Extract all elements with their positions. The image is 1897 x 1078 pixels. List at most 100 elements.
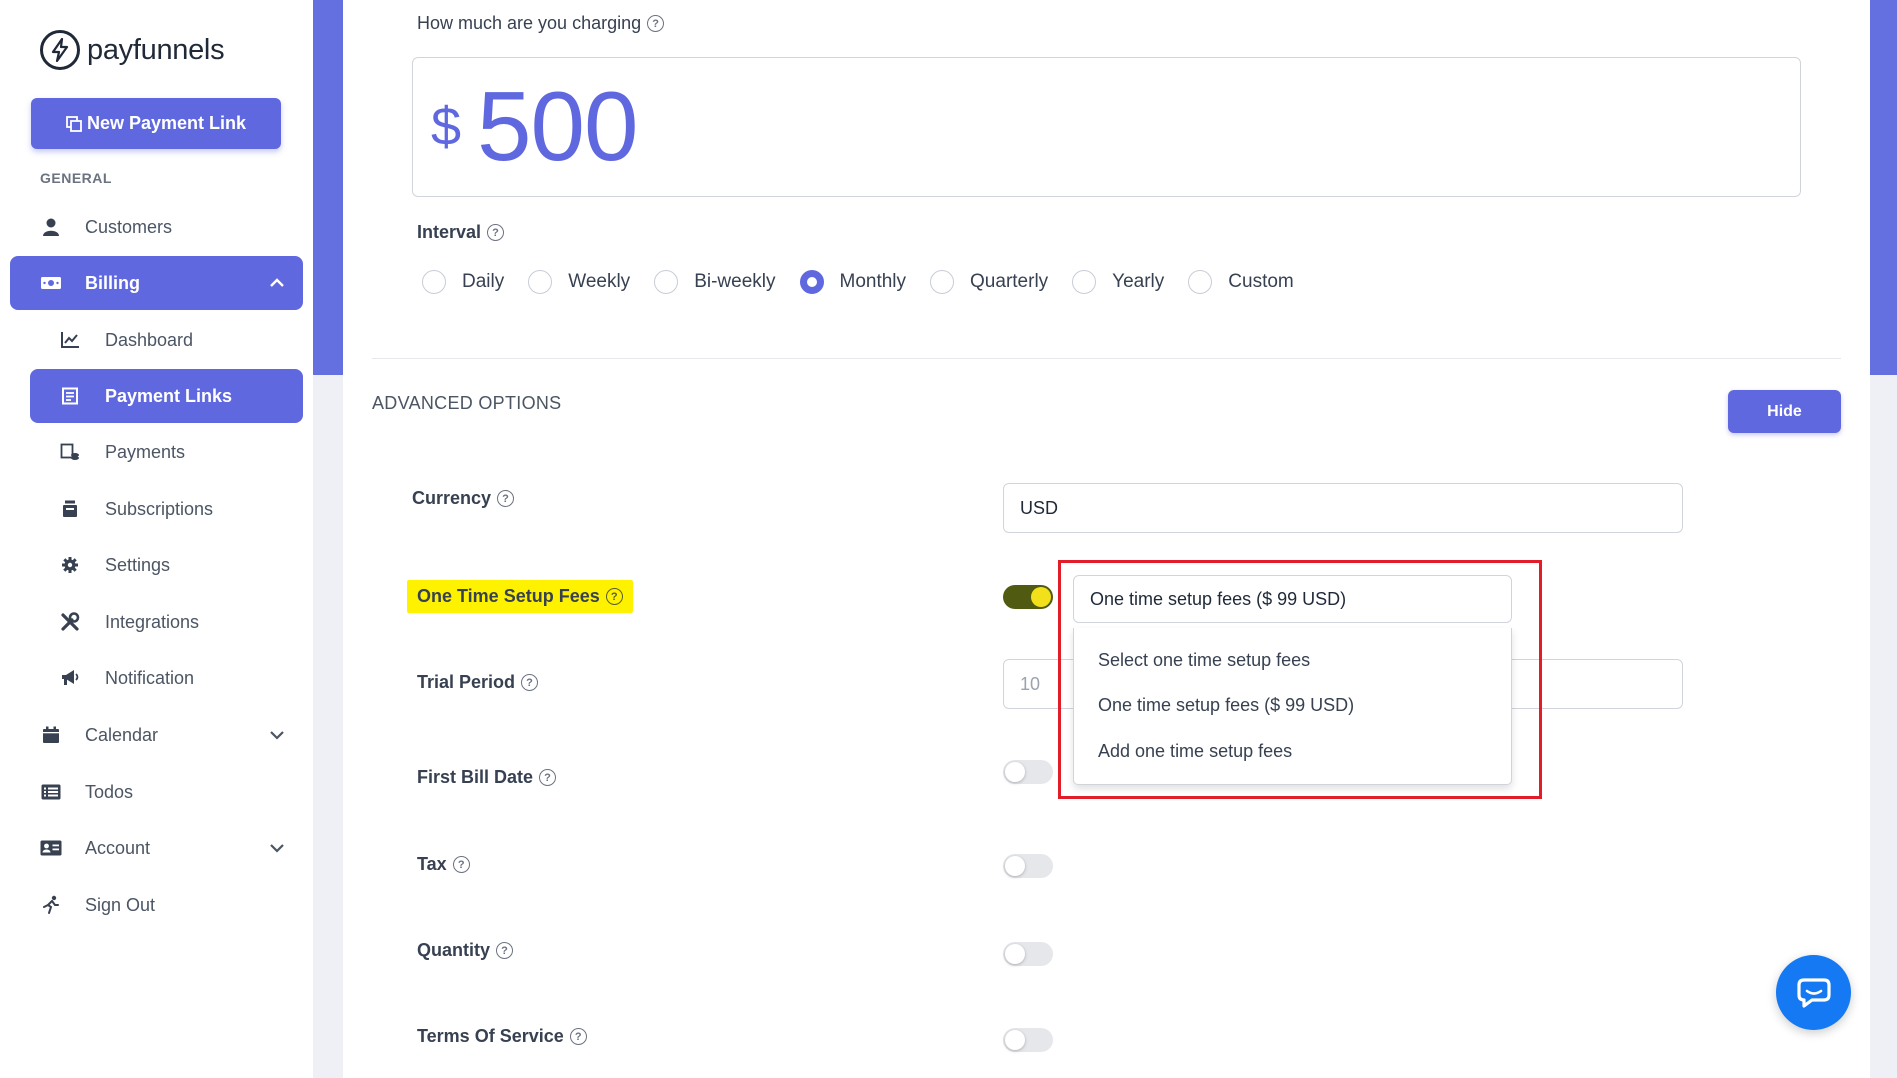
sidebar-item-sign-out[interactable]: Sign Out: [10, 878, 303, 932]
radio-button[interactable]: [1188, 270, 1213, 294]
sidebar-item-label: Payments: [105, 441, 186, 462]
interval-option-daily[interactable]: Daily: [422, 270, 504, 294]
gear-icon: [59, 554, 81, 576]
advanced-options-title: ADVANCED OPTIONS: [372, 393, 562, 413]
sidebar-item-notification[interactable]: Notification: [30, 651, 303, 705]
sidebar-item-subscriptions[interactable]: Subscriptions: [30, 482, 303, 536]
radio-button[interactable]: [1072, 270, 1097, 294]
radio-label: Monthly: [839, 271, 907, 292]
amount-input[interactable]: $ 500: [412, 57, 1801, 197]
sidebar-item-payment-links[interactable]: Payment Links: [30, 369, 303, 423]
currency-label: Currency ?: [412, 488, 515, 509]
radio-label: Quarterly: [970, 271, 1049, 292]
interval-radio-group: Daily Weekly Bi-weekly Monthly Quarterly…: [422, 270, 1318, 294]
radio-button[interactable]: [654, 270, 679, 294]
sidebar-item-integrations[interactable]: Integrations: [30, 595, 303, 649]
terms-of-service-label: Terms Of Service ?: [417, 1026, 587, 1047]
interval-option-bi-weekly[interactable]: Bi-weekly: [654, 270, 776, 294]
terms-of-service-label-text: Terms Of Service: [417, 1026, 564, 1046]
sidebar-item-label: Settings: [105, 554, 171, 575]
radio-label: Yearly: [1112, 271, 1165, 292]
interval-option-weekly[interactable]: Weekly: [528, 270, 630, 294]
help-icon[interactable]: ?: [569, 1028, 587, 1045]
help-icon[interactable]: ?: [605, 588, 623, 605]
help-icon[interactable]: ?: [487, 224, 505, 241]
radio-button[interactable]: [422, 270, 446, 294]
interval-option-monthly[interactable]: Monthly: [799, 270, 907, 294]
terms-of-service-toggle[interactable]: [1003, 1028, 1053, 1052]
sidebar-item-settings[interactable]: Settings: [30, 538, 303, 592]
radio-label: Bi-weekly: [694, 271, 776, 292]
setup-fees-label: One Time Setup Fees ?: [407, 580, 633, 613]
chevron-down-icon: [269, 730, 285, 740]
sidebar-item-calendar[interactable]: Calendar: [10, 708, 303, 762]
currency-value: USD: [1020, 497, 1059, 518]
trial-period-placeholder: 10: [1020, 673, 1041, 694]
radio-button[interactable]: [528, 270, 553, 294]
sidebar-item-label: Account: [85, 837, 151, 858]
toggle-knob: [1005, 762, 1025, 782]
sidebar-item-customers[interactable]: Customers: [10, 200, 303, 254]
first-bill-date-toggle[interactable]: [1003, 760, 1053, 784]
setup-fees-label-text: One Time Setup Fees: [417, 586, 600, 606]
header-accent-band: [1870, 0, 1897, 375]
section-divider: [372, 358, 1841, 359]
new-payment-link-button[interactable]: New Payment Link: [31, 98, 281, 149]
toggle-knob: [1005, 1030, 1025, 1050]
help-icon[interactable]: ?: [539, 769, 557, 786]
sidebar-item-label: Integrations: [105, 611, 200, 632]
sidebar-item-todos[interactable]: Todos: [10, 765, 303, 819]
setup-fees-toggle[interactable]: [1003, 585, 1053, 609]
help-icon[interactable]: ?: [647, 15, 665, 32]
highlight-marker: One Time Setup Fees ?: [407, 580, 633, 613]
sidebar-item-label: Notification: [105, 667, 195, 688]
quantity-label-text: Quantity: [417, 940, 491, 960]
sidebar: payfunnels New Payment Link GENERAL Cust…: [0, 0, 313, 1078]
help-icon[interactable]: ?: [521, 674, 539, 691]
interval-option-quarterly[interactable]: Quarterly: [930, 270, 1048, 294]
radio-label: Custom: [1228, 271, 1294, 292]
first-bill-date-label-text: First Bill Date: [417, 767, 534, 787]
trial-period-label-text: Trial Period: [417, 672, 516, 692]
tax-toggle[interactable]: [1003, 854, 1053, 878]
running-person-icon: [40, 894, 62, 916]
new-payment-link-label: New Payment Link: [86, 113, 247, 133]
currency-label-text: Currency: [412, 488, 492, 508]
brand-name: payfunnels: [87, 33, 225, 66]
toggle-knob: [1005, 944, 1025, 964]
radio-label: Daily: [462, 271, 505, 292]
quantity-toggle[interactable]: [1003, 942, 1053, 966]
sidebar-item-label: Dashboard: [105, 329, 194, 350]
copy-icon: [66, 115, 82, 132]
help-icon[interactable]: ?: [452, 856, 470, 873]
sidebar-item-billing[interactable]: Billing: [10, 256, 303, 310]
sidebar-item-label: Calendar: [85, 724, 159, 745]
chat-bubble-icon: [1796, 977, 1832, 1009]
chevron-down-icon: [269, 843, 285, 853]
first-bill-date-label: First Bill Date ?: [417, 767, 557, 788]
hide-button[interactable]: Hide: [1728, 390, 1841, 433]
interval-option-yearly[interactable]: Yearly: [1072, 270, 1164, 294]
sidebar-item-label: Subscriptions: [105, 498, 214, 519]
trial-period-label: Trial Period ?: [417, 672, 539, 693]
chat-widget-button[interactable]: [1776, 955, 1851, 1030]
annotation-highlight-box: [1058, 560, 1542, 799]
list-icon: [40, 781, 62, 803]
toggle-knob: [1005, 856, 1025, 876]
radio-button-checked[interactable]: [799, 270, 824, 294]
sidebar-item-payments[interactable]: Payments: [30, 425, 303, 479]
charging-label: How much are you charging ?: [417, 13, 665, 34]
megaphone-icon: [59, 667, 81, 689]
radio-label: Weekly: [568, 271, 631, 292]
sidebar-item-label: Todos: [85, 781, 134, 802]
currency-select[interactable]: USD: [1003, 483, 1683, 533]
interval-option-custom[interactable]: Custom: [1188, 270, 1294, 294]
sidebar-item-dashboard[interactable]: Dashboard: [30, 313, 303, 367]
user-icon: [40, 216, 62, 238]
sidebar-item-account[interactable]: Account: [10, 821, 303, 875]
charging-label-text: How much are you charging: [417, 13, 642, 33]
brand-logo[interactable]: payfunnels: [40, 30, 225, 70]
help-icon[interactable]: ?: [496, 942, 514, 959]
radio-button[interactable]: [930, 270, 955, 294]
help-icon[interactable]: ?: [497, 490, 515, 507]
